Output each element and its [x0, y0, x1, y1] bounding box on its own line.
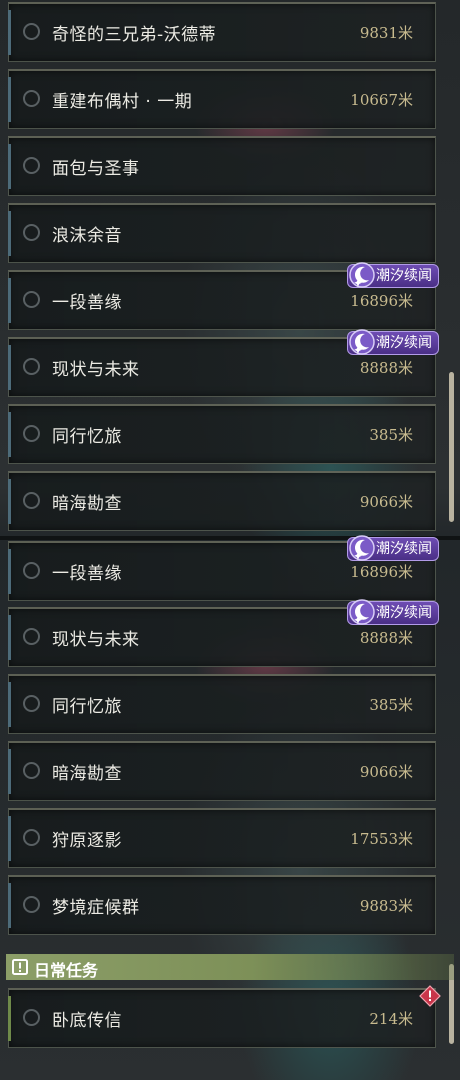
quest-distance: 10667米 [350, 91, 413, 109]
badge-label: 潮汐续闻 [376, 268, 432, 284]
quest-distance: 385米 [369, 426, 413, 444]
track-radio[interactable] [23, 695, 40, 712]
track-radio[interactable] [23, 291, 40, 308]
section-title: 日常任务 [34, 961, 99, 980]
daily-quests-header[interactable]: 日常任务 [6, 954, 454, 980]
quest-title: 重建布偶村 · 一期 [52, 92, 193, 112]
quest-title: 浪沫余音 [52, 226, 122, 246]
quest-title: 一段善缘 [52, 293, 122, 313]
quest-title: 面包与圣事 [52, 159, 140, 179]
notice-icon [12, 959, 28, 975]
badge-label: 潮汐续闻 [376, 335, 432, 351]
moon-star-icon [349, 535, 375, 561]
quest-distance: 16896米 [350, 292, 413, 310]
tide-story-badge: 潮汐续闻 [347, 329, 439, 355]
quest-distance: 214米 [369, 1010, 413, 1028]
track-radio[interactable] [23, 1009, 40, 1026]
quest-title: 同行忆旅 [52, 697, 122, 717]
track-radio[interactable] [23, 425, 40, 442]
quest-title: 卧底传信 [52, 1011, 122, 1031]
quest-distance: 16896米 [350, 563, 413, 581]
track-radio[interactable] [23, 628, 40, 645]
quest-row[interactable]: 一段善缘 16896米 潮汐续闻 [8, 262, 439, 330]
track-radio[interactable] [23, 157, 40, 174]
track-radio[interactable] [23, 562, 40, 579]
quest-row[interactable]: 现状与未来 8888米 潮汐续闻 [8, 329, 439, 397]
quest-title: 梦境症候群 [52, 898, 140, 918]
moon-star-icon [349, 599, 375, 625]
quest-row[interactable]: 梦境症候群 9883米 [8, 875, 436, 935]
quest-title: 一段善缘 [52, 564, 122, 584]
quest-row[interactable]: 现状与未来 8888米 潮汐续闻 [8, 599, 439, 667]
quest-row[interactable]: 暗海勘查 9066米 [8, 741, 436, 801]
track-radio[interactable] [23, 358, 40, 375]
quest-title: 暗海勘查 [52, 494, 122, 514]
scrollbar-thumb[interactable] [449, 372, 454, 522]
track-radio[interactable] [23, 90, 40, 107]
quest-row[interactable]: 狩原逐影 17553米 [8, 808, 436, 868]
quest-distance: 8888米 [359, 359, 413, 377]
quest-title: 现状与未来 [52, 360, 140, 380]
quest-distance: 9831米 [359, 24, 413, 42]
track-radio[interactable] [23, 224, 40, 241]
quest-title: 狩原逐影 [52, 831, 122, 851]
badge-label: 潮汐续闻 [376, 541, 432, 557]
quest-row[interactable]: 奇怪的三兄弟-沃德蒂 9831米 [8, 2, 436, 62]
badge-label: 潮汐续闻 [376, 605, 432, 621]
quest-row[interactable]: 同行忆旅 385米 [8, 674, 436, 734]
quest-row[interactable]: 浪沫余音 [8, 203, 436, 263]
quest-row[interactable]: 暗海勘查 9066米 [8, 471, 436, 531]
moon-star-icon [349, 329, 375, 355]
tide-story-badge: 潮汐续闻 [347, 599, 439, 625]
quest-title: 暗海勘查 [52, 764, 122, 784]
quest-distance: 9883米 [359, 897, 413, 915]
track-radio[interactable] [23, 829, 40, 846]
quest-distance: 9066米 [359, 493, 413, 511]
alert-diamond-icon [419, 985, 441, 1007]
tide-story-badge: 潮汐续闻 [347, 535, 439, 561]
quest-title: 奇怪的三兄弟-沃德蒂 [52, 25, 217, 45]
track-radio[interactable] [23, 762, 40, 779]
quest-title: 同行忆旅 [52, 427, 122, 447]
quest-distance: 8888米 [359, 629, 413, 647]
quest-distance: 9066米 [359, 763, 413, 781]
quest-distance: 385米 [369, 696, 413, 714]
tide-story-badge: 潮汐续闻 [347, 262, 439, 288]
quest-row[interactable]: 同行忆旅 385米 [8, 404, 436, 464]
track-radio[interactable] [23, 23, 40, 40]
track-radio[interactable] [23, 492, 40, 509]
quest-row[interactable]: 面包与圣事 [8, 136, 436, 196]
quest-row[interactable]: 重建布偶村 · 一期 10667米 [8, 69, 436, 129]
quest-row[interactable]: 一段善缘 16896米 潮汐续闻 [8, 535, 439, 601]
track-radio[interactable] [23, 896, 40, 913]
moon-star-icon [349, 262, 375, 288]
quest-row[interactable]: 卧底传信 214米 [8, 985, 441, 1048]
quest-distance: 17553米 [350, 830, 413, 848]
quest-title: 现状与未来 [52, 630, 140, 650]
